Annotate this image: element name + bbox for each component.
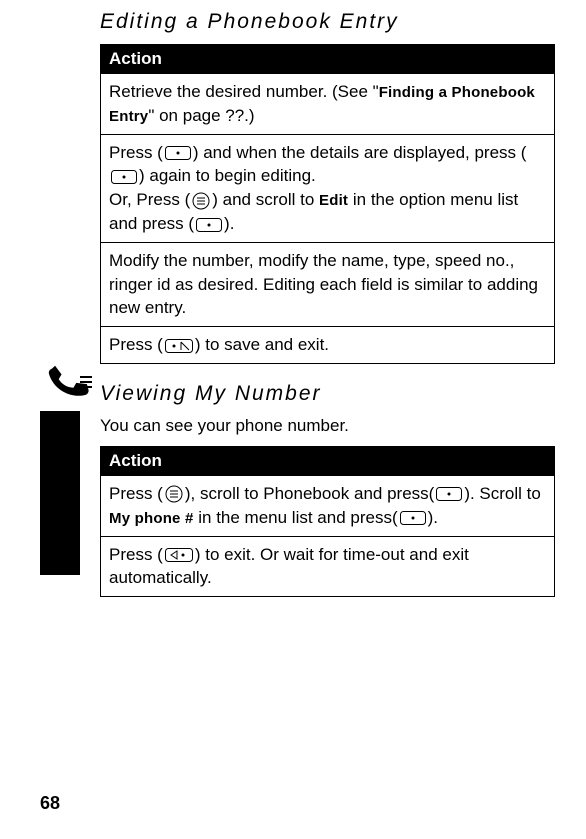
row-bold: Edit (319, 192, 348, 209)
row-text: ) and scroll to (212, 190, 319, 209)
key-icon (436, 487, 462, 501)
row-text: Press ( (109, 484, 163, 503)
key-icon (165, 146, 191, 160)
row-text: Or, Press ( (109, 190, 190, 209)
row-text: Retrieve the desired number. (See " (109, 82, 379, 101)
key-icon (400, 511, 426, 525)
ok-key-icon (165, 339, 193, 353)
section-title-editing: Editing a Phonebook Entry (100, 10, 556, 34)
key-icon (111, 170, 137, 184)
action-table-2: Action Press ( ), scroll to Phonebook and… (100, 446, 555, 597)
key-icon (196, 218, 222, 232)
row-text: in the menu list and press( (194, 508, 398, 527)
menu-key-icon (192, 192, 210, 210)
menu-key-icon (165, 485, 183, 503)
phone-icon (44, 359, 92, 407)
row-text: ). Scroll to (464, 484, 541, 503)
row-text: ), scroll to Phonebook and press( (185, 484, 434, 503)
page-number: 68 (40, 793, 60, 814)
table-row: Press ( ) to save and exit. (101, 326, 554, 363)
table-row: Press ( ), scroll to Phonebook and press(… (101, 475, 554, 536)
row-bold: My phone # (109, 510, 194, 527)
row-text: " on page ??.) (148, 106, 254, 125)
section-title-viewing: Viewing My Number (100, 382, 556, 406)
phone-icon-container (40, 355, 96, 411)
row-text: Press ( (109, 545, 163, 564)
back-key-icon (165, 548, 193, 562)
table-row: Press () to exit. Or wait for time-out a… (101, 536, 554, 597)
row-text: ) again to begin editing. (139, 166, 316, 185)
table-row: Modify the number, modify the name, type… (101, 242, 554, 326)
action-table-1: Action Retrieve the desired number. (See… (100, 44, 555, 364)
row-text: Press ( (109, 335, 163, 354)
table-row: Press ( ) and when the details are displa… (101, 134, 554, 242)
row-text: ). (224, 214, 234, 233)
table-row: Retrieve the desired number. (See "Findi… (101, 73, 554, 134)
page-content: Editing a Phonebook Entry Action Retriev… (100, 10, 556, 615)
row-text: Modify the number, modify the name, type… (109, 251, 538, 318)
row-text: Press ( (109, 143, 163, 162)
row-text: ) and when the details are displayed, pr… (193, 143, 527, 162)
table-header: Action (101, 447, 554, 475)
table-header: Action (101, 45, 554, 73)
intro-text: You can see your phone number. (100, 416, 556, 436)
row-text: ) to save and exit. (195, 335, 329, 354)
sidebar-label: Phonebook (48, 453, 69, 556)
row-text: ). (428, 508, 438, 527)
